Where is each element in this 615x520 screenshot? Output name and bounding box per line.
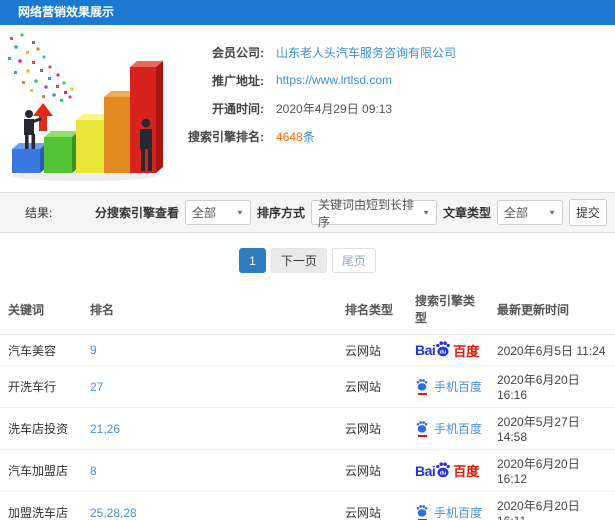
sort-select[interactable]: 关键词由短到长排序 ▼	[310, 198, 437, 229]
engine-rank-unit: 条	[302, 129, 315, 144]
baidu-paw-icon	[416, 505, 428, 517]
svg-text:du: du	[440, 350, 447, 356]
promo-url-label: 推广地址:	[212, 73, 264, 88]
open-time-value: 2020年4月29日 09:13	[276, 101, 393, 116]
table-row: 加盟洗车店 25,28,28 云网站 手机百度 2020年6月20日 16:11	[0, 491, 615, 520]
rank-link[interactable]: 25,28,28	[90, 506, 137, 520]
last-page-button[interactable]: 尾页	[331, 248, 376, 273]
sort-select-value: 关键词由短到长排序	[317, 197, 414, 229]
engine-select-value: 全部	[191, 206, 216, 220]
baidu-paw-icon	[416, 379, 428, 391]
table-header-row: 关键词 排名 排名类型 搜索引擎类型 最新更新时间	[0, 284, 615, 335]
rank-link[interactable]: 27	[90, 380, 103, 394]
baidu-logo: Bai du 百度	[415, 341, 480, 359]
member-company-label: 会员公司:	[212, 45, 264, 60]
engine-rank-count: 4648	[276, 129, 303, 144]
updated-cell: 2020年6月20日 16:11	[489, 491, 615, 520]
rank-type-cell: 云网站	[337, 365, 407, 408]
article-type-select[interactable]: 全部 ▼	[497, 200, 563, 225]
mobile-baidu-logo: 手机百度	[415, 504, 482, 520]
keyword-cell: 加盟洗车店	[0, 491, 82, 520]
updated-cell: 2020年5月27日 14:58	[489, 407, 615, 450]
article-type-select-value: 全部	[504, 206, 529, 220]
col-keyword: 关键词	[0, 284, 82, 335]
titlebar: 网络营销效果展示	[0, 0, 615, 25]
updated-cell: 2020年6月20日 16:16	[489, 365, 615, 408]
col-engine-type: 搜索引擎类型	[407, 284, 489, 335]
member-info-section: 会员公司: 山东老人头汽车服务咨询有限公司 推广地址: https://www.…	[0, 25, 615, 192]
rank-link[interactable]: 21,26	[90, 422, 120, 436]
sort-filter-label: 排序方式	[256, 206, 305, 220]
mobile-baidu-logo: 手机百度	[415, 420, 482, 437]
rank-type-cell: 云网站	[337, 334, 407, 366]
rank-link[interactable]: 8	[90, 464, 97, 478]
rank-type-cell: 云网站	[337, 449, 407, 492]
ranking-table: 关键词 排名 排名类型 搜索引擎类型 最新更新时间 汽车美容 9 云网站 Bai…	[0, 284, 615, 520]
baidu-paw-icon: du	[436, 461, 451, 477]
red-underline	[417, 435, 427, 437]
submit-button[interactable]: 提交	[569, 199, 607, 226]
updated-cell: 2020年6月20日 16:12	[489, 449, 615, 492]
promo-url-row: 推广地址: https://www.lrtlsd.com	[172, 66, 456, 94]
keyword-cell: 汽车美容	[0, 334, 82, 366]
growth-chart-graphic	[8, 33, 163, 181]
promo-url-link[interactable]: https://www.lrtlsd.com	[276, 73, 392, 87]
member-info-list: 会员公司: 山东老人头汽车服务咨询有限公司 推广地址: https://www.…	[172, 25, 456, 192]
col-rank-type: 排名类型	[337, 284, 407, 335]
keyword-cell: 开洗车行	[0, 365, 82, 408]
rank-link[interactable]: 9	[90, 343, 97, 357]
open-time-label: 开通时间:	[212, 101, 264, 116]
pagination: 1 下一页 尾页	[0, 248, 615, 273]
rank-type-cell: 云网站	[337, 491, 407, 520]
article-type-label: 文章类型	[442, 206, 491, 220]
baidu-paw-icon: du	[436, 341, 451, 357]
svg-text:du: du	[440, 470, 447, 476]
member-company-link[interactable]: 山东老人头汽车服务咨询有限公司	[276, 46, 456, 60]
table-row: 汽车加盟店 8 云网站 Bai du 百度 2020年6月20日 16:12	[0, 449, 615, 492]
updated-cell: 2020年6月5日 11:24	[489, 334, 615, 366]
chevron-down-icon: ▼	[236, 208, 244, 217]
keyword-cell: 汽车加盟店	[0, 449, 82, 492]
bar-chart-illustration	[0, 25, 172, 187]
member-company-row: 会员公司: 山东老人头汽车服务咨询有限公司	[172, 38, 456, 66]
result-label: 结果:	[25, 206, 53, 220]
engine-rank-label: 搜索引擎排名:	[188, 129, 264, 144]
page-title: 网络营销效果展示	[18, 5, 115, 19]
engine-filter-label: 分搜索引擎查看	[94, 206, 179, 220]
page-1-button[interactable]: 1	[239, 248, 266, 273]
open-time-row: 开通时间: 2020年4月29日 09:13	[172, 94, 456, 122]
engine-select[interactable]: 全部 ▼	[184, 200, 251, 225]
chevron-down-icon: ▼	[548, 208, 556, 217]
table-row: 开洗车行 27 云网站 手机百度 2020年6月20日 16:16	[0, 365, 615, 408]
keyword-cell: 洗车店投资	[0, 407, 82, 450]
mobile-baidu-logo: 手机百度	[415, 378, 482, 395]
col-updated: 最新更新时间	[489, 284, 615, 335]
baidu-logo: Bai du 百度	[415, 461, 480, 479]
table-row: 洗车店投资 21,26 云网站 手机百度 2020年5月27日 14:58	[0, 407, 615, 450]
filter-bar: 结果: 分搜索引擎查看 全部 ▼ 排序方式 关键词由短到长排序 ▼ 文章类型 全…	[0, 192, 615, 233]
col-rank: 排名	[82, 284, 337, 335]
engine-rank-row: 搜索引擎排名: 4648条	[172, 122, 456, 150]
red-underline	[417, 393, 427, 395]
rank-type-cell: 云网站	[337, 407, 407, 450]
chevron-down-icon: ▼	[422, 208, 430, 217]
next-page-button[interactable]: 下一页	[270, 248, 327, 273]
baidu-paw-icon	[416, 421, 428, 433]
table-row: 汽车美容 9 云网站 Bai du 百度 2020年6月5日 11:24	[0, 334, 615, 366]
